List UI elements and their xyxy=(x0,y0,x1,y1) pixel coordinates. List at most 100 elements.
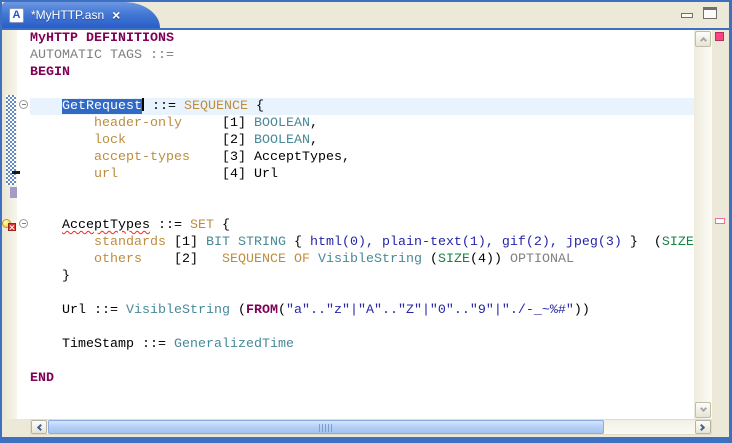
code-token: url xyxy=(94,167,118,182)
code-line[interactable]: AUTOMATIC TAGS ::= xyxy=(30,47,694,64)
code-line[interactable]: lock [2] BOOLEAN, xyxy=(30,132,694,149)
code-token: TimeStamp ::= xyxy=(30,337,174,352)
editor-tab-bar: A *MyHTTP.asn × xyxy=(2,2,729,28)
scroll-down-icon xyxy=(699,405,706,412)
code-token xyxy=(30,133,94,148)
code-line[interactable] xyxy=(30,200,694,217)
horizontal-scrollbar-thumb[interactable] xyxy=(48,420,604,434)
code-token xyxy=(30,99,62,114)
code-line[interactable]: TimeStamp ::= GeneralizedTime xyxy=(30,336,694,353)
code-line[interactable]: BEGIN xyxy=(30,64,694,81)
close-icon[interactable]: × xyxy=(112,8,120,22)
asn-file-icon: A xyxy=(9,8,24,23)
code-line[interactable]: GetRequest ::= SEQUENCE { xyxy=(30,98,694,115)
maximize-icon[interactable] xyxy=(703,7,717,19)
code-line[interactable]: url [4] Url xyxy=(30,166,694,183)
code-token: AcceptTypes, xyxy=(254,150,350,165)
code-token: [3] xyxy=(190,150,254,165)
overview-ruler xyxy=(712,30,729,419)
scrollbar-corner xyxy=(712,419,729,435)
scroll-right-icon xyxy=(698,424,705,431)
code-token: { xyxy=(214,218,230,233)
code-token: ::= xyxy=(144,99,184,114)
fold-collapse-icon[interactable] xyxy=(19,100,28,109)
vertical-scrollbar[interactable] xyxy=(694,30,712,419)
code-line[interactable]: MyHTTP DEFINITIONS xyxy=(30,30,694,47)
code-token: VisibleString xyxy=(318,252,422,267)
code-token: ::= xyxy=(150,218,190,233)
code-line[interactable] xyxy=(30,81,694,98)
code-token: SEQUENCE xyxy=(184,99,248,114)
code-token: BIT STRING xyxy=(206,235,286,250)
error-overview-marker[interactable] xyxy=(715,218,725,224)
code-token: SIZE xyxy=(438,252,470,267)
code-token: BOOLEAN xyxy=(254,116,310,131)
code-token xyxy=(30,167,94,182)
code-token: "a".."z"|"A".."Z"|"0".."9"|"./-_~%#" xyxy=(286,303,574,318)
code-line[interactable]: Url ::= VisibleString (FROM("a".."z"|"A"… xyxy=(30,302,694,319)
code-token: others xyxy=(94,252,142,267)
code-line[interactable]: accept-types [3] AcceptTypes, xyxy=(30,149,694,166)
code-line[interactable]: END xyxy=(30,370,694,387)
code-token xyxy=(30,235,94,250)
range-indicator xyxy=(12,171,20,174)
code-token: GeneralizedTime xyxy=(174,337,294,352)
tab-title: *MyHTTP.asn xyxy=(31,8,104,22)
selected-token: GetRequest xyxy=(62,99,142,114)
scroll-up-button[interactable] xyxy=(695,31,711,47)
position-marker xyxy=(10,187,17,198)
code-token: ( xyxy=(278,303,286,318)
code-token: VisibleString xyxy=(126,303,230,318)
view-controls xyxy=(681,7,717,19)
code-token: { xyxy=(248,99,264,114)
fold-collapse-icon[interactable] xyxy=(19,219,28,228)
horizontal-scrollbar[interactable] xyxy=(30,419,712,435)
code-token: Url xyxy=(254,167,278,182)
code-line[interactable]: header-only [1] BOOLEAN, xyxy=(30,115,694,132)
code-token: html(0), plain-text(1), gif(2), jpeg(3) xyxy=(310,235,622,250)
code-token: )) xyxy=(574,303,590,318)
code-token: BOOLEAN xyxy=(254,133,310,148)
code-line[interactable]: others [2] SEQUENCE OF VisibleString (SI… xyxy=(30,251,694,268)
code-token xyxy=(30,218,62,233)
code-token: ( xyxy=(230,303,246,318)
scroll-right-button[interactable] xyxy=(695,420,711,434)
code-editor[interactable]: MyHTTP DEFINITIONSAUTOMATIC TAGS ::=BEGI… xyxy=(30,30,694,419)
code-line[interactable] xyxy=(30,353,694,370)
code-line[interactable] xyxy=(30,183,694,200)
code-token: [2] xyxy=(142,252,222,267)
code-token: SET xyxy=(190,218,214,233)
code-token: (4)) xyxy=(470,252,510,267)
minimize-icon[interactable] xyxy=(681,8,693,18)
scrollbar-left-gap xyxy=(2,419,30,435)
code-token: END xyxy=(30,371,54,386)
code-line[interactable] xyxy=(30,319,694,336)
error-badge-icon xyxy=(8,223,16,231)
scroll-left-button[interactable] xyxy=(31,420,47,434)
scroll-left-icon xyxy=(37,424,44,431)
code-token: AcceptTypes xyxy=(62,218,150,233)
editor-window: A *MyHTTP.asn × MyHTTP DEFINITIONSAUTOMA… xyxy=(0,0,732,443)
code-token: { xyxy=(286,235,310,250)
code-token: standards xyxy=(94,235,166,250)
code-token: lock xyxy=(94,133,126,148)
scrollbar-grip xyxy=(319,424,333,432)
code-token: , xyxy=(310,116,318,131)
code-token: Url ::= xyxy=(30,303,126,318)
code-token xyxy=(310,252,318,267)
code-token: [1] xyxy=(182,116,254,131)
code-line[interactable] xyxy=(30,285,694,302)
code-line[interactable]: standards [1] BIT STRING { html(0), plai… xyxy=(30,234,694,251)
code-token xyxy=(30,116,94,131)
tab-myhttp-asn[interactable]: A *MyHTTP.asn × xyxy=(2,2,124,28)
code-token: ( xyxy=(422,252,438,267)
error-quickfix-lightbulb-icon[interactable] xyxy=(2,218,16,231)
scroll-down-button[interactable] xyxy=(695,402,711,418)
code-token: BEGIN xyxy=(30,65,70,80)
code-token: SIZE xyxy=(662,235,694,250)
code-token: , xyxy=(310,133,318,148)
code-line[interactable]: AcceptTypes ::= SET { xyxy=(30,217,694,234)
code-line[interactable]: } xyxy=(30,268,694,285)
code-token: [4] xyxy=(118,167,254,182)
annotation-ruler xyxy=(2,30,17,419)
